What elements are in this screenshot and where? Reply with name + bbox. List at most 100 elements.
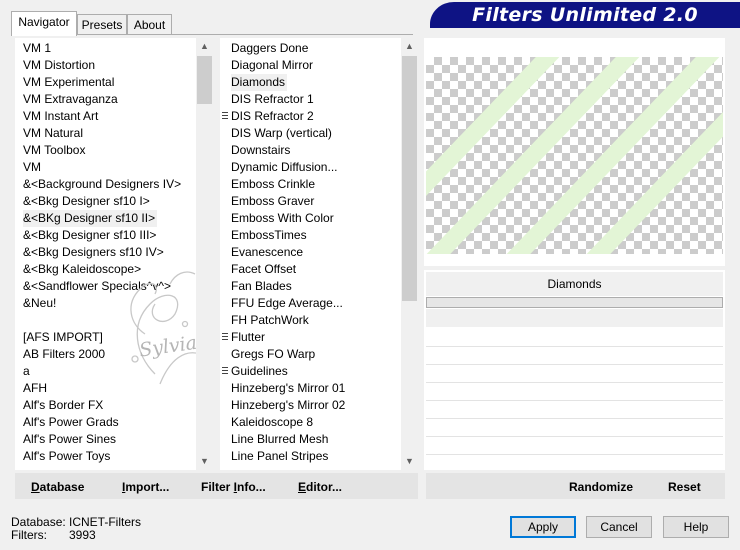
param-row-divider xyxy=(426,418,723,419)
category-item-label: VM Toolbox xyxy=(23,143,86,157)
category-item[interactable]: &<Background Designers IV> xyxy=(23,176,181,193)
category-item[interactable]: &<Bkg Designer sf10 III> xyxy=(23,227,181,244)
cancel-button[interactable]: Cancel xyxy=(586,516,652,538)
category-item[interactable]: &<Bkg Designers sf10 IV> xyxy=(23,244,181,261)
filter-item[interactable]: Kaleidoscope 8 xyxy=(231,414,345,431)
scroll-down-arrow-icon[interactable]: ▼ xyxy=(401,453,418,470)
filter-item[interactable]: Diamonds xyxy=(231,74,345,91)
category-item-label: VM 1 xyxy=(23,41,52,55)
database-status-value: ICNET-Filters xyxy=(69,515,141,529)
filter-item[interactable]: Flutter xyxy=(222,329,345,346)
category-scroll-thumb[interactable] xyxy=(197,56,212,104)
filter-item[interactable]: Gregs FO Warp xyxy=(231,346,345,363)
filter-scroll-thumb[interactable] xyxy=(402,56,417,301)
filter-item[interactable]: DIS Refractor 1 xyxy=(231,91,345,108)
filter-item[interactable]: Hinzeberg's Mirror 02 xyxy=(231,397,345,414)
parameter-slider[interactable] xyxy=(426,297,723,308)
scroll-down-arrow-icon[interactable]: ▼ xyxy=(196,453,213,470)
filter-item-label: Dynamic Diffusion... xyxy=(231,160,338,174)
filter-item-label: Line Panel Stripes xyxy=(231,449,329,463)
import-button-label: mport... xyxy=(125,480,170,494)
filter-item-label: Gregs FO Warp xyxy=(231,347,316,361)
filter-info-button-label: Filter xyxy=(201,480,234,494)
filter-item[interactable]: DIS Warp (vertical) xyxy=(231,125,345,142)
filter-item-label: Emboss With Color xyxy=(231,211,334,225)
scroll-up-arrow-icon[interactable]: ▲ xyxy=(401,38,418,55)
scroll-up-arrow-icon[interactable]: ▲ xyxy=(196,38,213,55)
category-item-label: Alf's Power Grads xyxy=(23,415,119,429)
filter-item[interactable]: DIS Refractor 2 xyxy=(222,108,345,125)
category-item[interactable]: VM Toolbox xyxy=(23,142,181,159)
category-scrollbar[interactable]: ▲ ▼ xyxy=(196,38,213,470)
category-item[interactable]: VM Natural xyxy=(23,125,181,142)
param-row-divider xyxy=(426,346,723,347)
filters-count-value: 3993 xyxy=(69,528,96,542)
filter-item[interactable]: Evanescence xyxy=(231,244,345,261)
filter-info-button[interactable]: Filter Info... xyxy=(201,480,266,494)
filter-item[interactable]: Hinzeberg's Mirror 01 xyxy=(231,380,345,397)
filter-item[interactable]: Guidelines xyxy=(222,363,345,380)
filter-item[interactable]: FFU Edge Average... xyxy=(231,295,345,312)
category-item[interactable]: VM xyxy=(23,159,181,176)
param-row-divider xyxy=(426,454,723,455)
filter-item-label: Diagonal Mirror xyxy=(231,58,314,72)
category-item[interactable]: Alf's Power Sines xyxy=(23,431,181,448)
category-item[interactable]: VM Extravaganza xyxy=(23,91,181,108)
filter-item[interactable]: Line Panel Stripes xyxy=(231,448,345,465)
filter-name-label: Diamonds xyxy=(547,277,602,291)
apply-button[interactable]: Apply xyxy=(510,516,576,538)
category-item[interactable]: Alf's Power Toys xyxy=(23,448,181,465)
reset-button[interactable]: Reset xyxy=(668,480,701,494)
randomize-button[interactable]: Randomize xyxy=(569,480,633,494)
category-item[interactable]: Alf's Power Grads xyxy=(23,414,181,431)
category-item[interactable]: Alf's Border FX xyxy=(23,397,181,414)
parameter-row-empty xyxy=(426,309,723,327)
param-row-divider xyxy=(426,400,723,401)
filter-item-label: Hinzeberg's Mirror 01 xyxy=(231,381,346,395)
category-item[interactable]: VM 1 xyxy=(23,40,181,57)
filter-item-label: DIS Warp (vertical) xyxy=(231,126,332,140)
category-item[interactable]: &<Bkg Designer sf10 I> xyxy=(23,193,181,210)
filter-item[interactable]: Line Blurred Mesh xyxy=(231,431,345,448)
tab-about[interactable]: About xyxy=(127,14,172,34)
filter-item[interactable]: Diagonal Mirror xyxy=(231,57,345,74)
filter-item[interactable]: Daggers Done xyxy=(231,40,345,57)
filter-item[interactable]: Dynamic Diffusion... xyxy=(231,159,345,176)
filter-item-label: Evanescence xyxy=(231,245,304,259)
filter-list-panel[interactable]: Daggers Done Diagonal Mirror Diamonds DIS R… xyxy=(220,38,418,470)
filter-item[interactable]: EmbossTimes xyxy=(231,227,345,244)
category-item-label: Alf's Power Sines xyxy=(23,432,116,446)
import-button[interactable]: Import... xyxy=(122,480,169,494)
category-item-label: &<Bkg Designer sf10 I> xyxy=(23,194,150,208)
category-list-panel[interactable]: VM 1 VM Distortion VM Experimental VM Extra… xyxy=(15,38,213,470)
filter-scrollbar[interactable]: ▲ ▼ xyxy=(401,38,418,470)
filter-item[interactable]: Downstairs xyxy=(231,142,345,159)
category-item-label: VM Extravaganza xyxy=(23,92,118,106)
filter-item[interactable]: Fan Blades xyxy=(231,278,345,295)
category-item[interactable]: VM Experimental xyxy=(23,74,181,91)
category-item[interactable]: VM Instant Art xyxy=(23,108,181,125)
category-item[interactable]: &<BKg Designer sf10 II> xyxy=(23,210,181,227)
filter-item-label: FFU Edge Average... xyxy=(231,296,343,310)
tab-navigator[interactable]: Navigator xyxy=(11,11,77,36)
filter-item[interactable]: Emboss Graver xyxy=(231,193,345,210)
category-item-label: VM Experimental xyxy=(23,75,115,89)
preview-image xyxy=(426,57,723,254)
filter-item-label: Facet Offset xyxy=(231,262,297,276)
editor-button[interactable]: Editor... xyxy=(298,480,342,494)
category-item-label: VM Distortion xyxy=(23,58,96,72)
filter-item-label: Emboss Graver xyxy=(231,194,315,208)
category-list[interactable]: VM 1 VM Distortion VM Experimental VM Extra… xyxy=(23,40,181,465)
filter-item[interactable]: Facet Offset xyxy=(231,261,345,278)
tab-presets[interactable]: Presets xyxy=(77,14,127,34)
category-item[interactable]: VM Distortion xyxy=(23,57,181,74)
filter-item-label: EmbossTimes xyxy=(231,228,307,242)
preview-stripe xyxy=(426,57,560,196)
filter-item[interactable]: Emboss With Color xyxy=(231,210,345,227)
database-button[interactable]: Database xyxy=(31,480,84,494)
filter-list[interactable]: Daggers Done Diagonal Mirror Diamonds DIS R… xyxy=(222,40,345,465)
help-button[interactable]: Help xyxy=(663,516,729,538)
filter-item[interactable]: Emboss Crinkle xyxy=(231,176,345,193)
category-item-label: Alf's Power Toys xyxy=(23,449,111,463)
filter-item[interactable]: FH PatchWork xyxy=(231,312,345,329)
